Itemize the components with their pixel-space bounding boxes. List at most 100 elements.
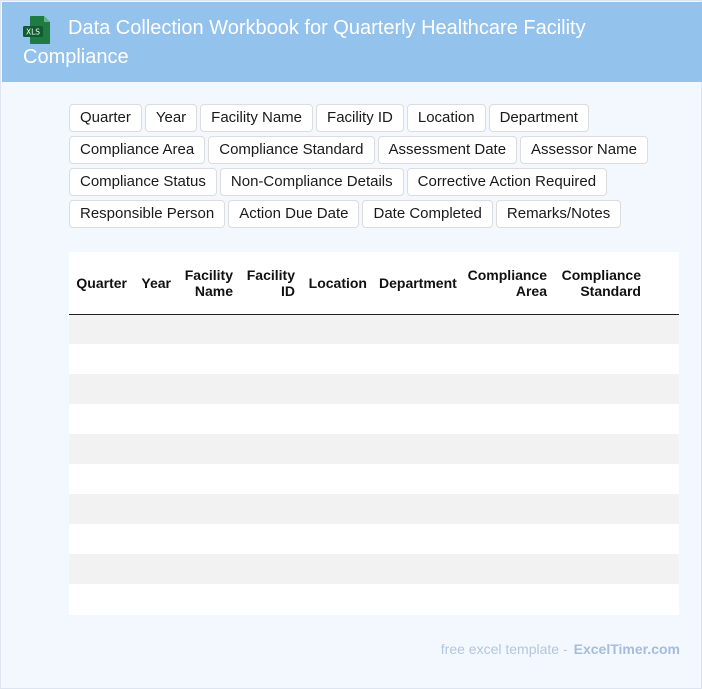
table-cell[interactable] [133,584,177,614]
column-header[interactable]: Compliance Area [459,252,553,315]
field-tag[interactable]: Facility ID [316,104,404,132]
field-tag[interactable]: Date Completed [362,200,493,228]
field-tag[interactable]: Compliance Status [69,168,217,196]
table-cell[interactable] [553,524,647,554]
table-cell[interactable] [459,494,553,524]
table-cell[interactable] [69,404,133,434]
table-cell[interactable] [373,584,459,614]
table-cell[interactable] [239,494,301,524]
table-cell[interactable] [133,314,177,344]
table-cell[interactable] [69,554,133,584]
table-cell[interactable] [69,584,133,614]
table-cell[interactable] [69,464,133,494]
table-cell[interactable] [553,464,647,494]
table-cell[interactable] [373,404,459,434]
column-header[interactable]: Quarter [69,252,133,315]
table-cell[interactable] [69,344,133,374]
table-cell[interactable] [647,404,679,434]
table-cell[interactable] [459,434,553,464]
table-cell[interactable] [239,404,301,434]
table-cell[interactable] [133,434,177,464]
field-tag[interactable]: Corrective Action Required [406,168,608,196]
field-tag[interactable]: Assessor Name [520,136,648,164]
table-cell[interactable] [177,584,239,614]
table-cell[interactable] [647,344,679,374]
table-cell[interactable] [239,344,301,374]
table-cell[interactable] [459,464,553,494]
table-cell[interactable] [239,374,301,404]
table-cell[interactable] [301,314,373,344]
table-cell[interactable] [239,464,301,494]
field-tag[interactable]: Assessment Date [377,136,518,164]
column-header[interactable]: Facility Name [177,252,239,315]
column-header[interactable]: Location [301,252,373,315]
table-cell[interactable] [69,494,133,524]
table-cell[interactable] [301,404,373,434]
table-cell[interactable] [301,494,373,524]
table-cell[interactable] [459,314,553,344]
table-cell[interactable] [177,404,239,434]
table-cell[interactable] [553,314,647,344]
table-cell[interactable] [459,344,553,374]
field-tag[interactable]: Department [488,104,589,132]
table-cell[interactable] [301,584,373,614]
table-cell[interactable] [69,314,133,344]
table-cell[interactable] [133,524,177,554]
table-cell[interactable] [177,374,239,404]
table-cell[interactable] [647,374,679,404]
table-cell[interactable] [177,314,239,344]
table-cell[interactable] [373,344,459,374]
column-header[interactable]: Facility ID [239,252,301,315]
table-cell[interactable] [133,374,177,404]
table-cell[interactable] [177,494,239,524]
footer-brand-link[interactable]: ExcelTimer.com [574,641,680,657]
field-tag[interactable]: Responsible Person [69,200,226,228]
table-cell[interactable] [301,524,373,554]
field-tag[interactable]: Compliance Area [69,136,206,164]
table-cell[interactable] [301,554,373,584]
column-header[interactable]: Department [373,252,459,315]
data-table-container[interactable]: Quarter Year Facility Name Facility ID Locat… [69,252,679,615]
table-cell[interactable] [177,524,239,554]
field-tag[interactable]: Location [406,104,486,132]
table-cell[interactable] [301,344,373,374]
table-cell[interactable] [553,434,647,464]
table-cell[interactable] [177,464,239,494]
table-cell[interactable] [459,554,553,584]
table-cell[interactable] [647,314,679,344]
column-header[interactable]: Compliance Standard [553,252,647,315]
table-cell[interactable] [373,314,459,344]
field-tag[interactable]: Year [144,104,198,132]
table-cell[interactable] [239,584,301,614]
table-cell[interactable] [373,464,459,494]
field-tag[interactable]: Action Due Date [228,200,360,228]
table-cell[interactable] [301,434,373,464]
table-cell[interactable] [459,374,553,404]
table-cell[interactable] [459,404,553,434]
table-cell[interactable] [301,464,373,494]
table-cell[interactable] [69,374,133,404]
table-cell[interactable] [553,404,647,434]
table-cell[interactable] [133,404,177,434]
table-cell[interactable] [459,584,553,614]
table-cell[interactable] [647,524,679,554]
table-cell[interactable] [301,374,373,404]
table-cell[interactable] [373,554,459,584]
table-cell[interactable] [647,584,679,614]
table-cell[interactable] [133,494,177,524]
table-cell[interactable] [373,374,459,404]
table-cell[interactable] [133,554,177,584]
field-tag[interactable]: Facility Name [200,104,314,132]
table-cell[interactable] [647,554,679,584]
table-cell[interactable] [133,344,177,374]
column-header[interactable]: Year [133,252,177,315]
table-cell[interactable] [69,434,133,464]
table-cell[interactable] [177,554,239,584]
table-cell[interactable] [133,464,177,494]
table-cell[interactable] [239,524,301,554]
table-cell[interactable] [647,434,679,464]
field-tag[interactable]: Non-Compliance Details [219,168,404,196]
field-tag[interactable]: Compliance Standard [208,136,375,164]
table-cell[interactable] [373,524,459,554]
table-cell[interactable] [553,584,647,614]
